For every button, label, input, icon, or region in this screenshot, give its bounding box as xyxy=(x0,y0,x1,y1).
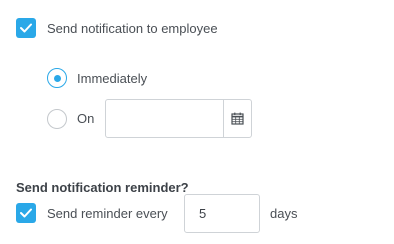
date-picker xyxy=(105,99,252,138)
calendar-button[interactable] xyxy=(223,100,251,137)
reminder-days-input[interactable] xyxy=(184,194,260,233)
checkmark-icon xyxy=(20,208,32,218)
send-reminder-label: Send reminder every xyxy=(47,206,168,221)
reminder-heading: Send notification reminder? xyxy=(16,180,189,195)
send-reminder-checkbox[interactable] xyxy=(16,203,36,223)
checkmark-icon xyxy=(20,23,32,33)
on-label: On xyxy=(77,111,95,126)
notification-settings: Send notification to employee Immediatel… xyxy=(0,0,394,244)
send-notification-checkbox[interactable] xyxy=(16,18,36,38)
immediately-label: Immediately xyxy=(77,71,148,86)
radio-on[interactable] xyxy=(47,109,67,129)
send-notification-label: Send notification to employee xyxy=(47,21,218,36)
calendar-icon xyxy=(231,112,244,125)
radio-immediately[interactable] xyxy=(47,68,67,88)
date-input[interactable] xyxy=(106,100,223,137)
days-unit-label: days xyxy=(270,206,298,221)
radio-selected-dot xyxy=(53,74,61,82)
